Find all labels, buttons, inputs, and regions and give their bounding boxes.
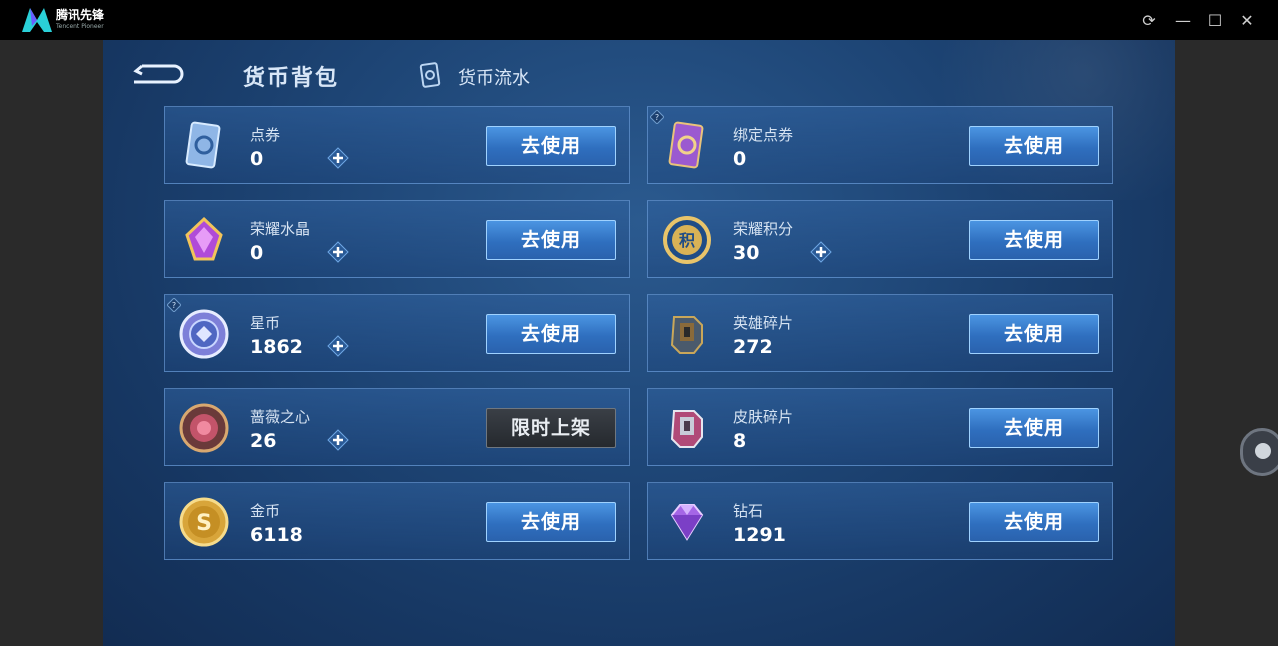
back-button[interactable] [130, 62, 184, 86]
currency-card-honor-crystal: 荣耀水晶 0 去使用 [164, 200, 630, 278]
currency-value: 0 [250, 242, 264, 264]
currency-card-star-coin: ? 星币 1862 去使用 [164, 294, 630, 372]
svg-text:积: 积 [679, 231, 695, 250]
currency-name: 绑定点券 [733, 126, 794, 144]
star-coin-icon [179, 309, 229, 359]
currency-name: 荣耀水晶 [250, 220, 311, 238]
refresh-icon[interactable]: ⟳ [1138, 10, 1160, 32]
currency-value: 8 [733, 430, 747, 452]
currency-value: 26 [250, 430, 277, 452]
bound-ticket-icon [668, 121, 704, 169]
currency-name: 星币 [250, 314, 281, 332]
game-panel: 货币背包 货币流水 点券 0 去使用 ? 绑定点券 0 去使用 荣耀水晶 0 去… [103, 40, 1175, 646]
app-name: 腾讯先锋 [56, 8, 105, 22]
minimize-icon[interactable]: — [1172, 10, 1194, 32]
currency-value: 272 [733, 336, 773, 358]
ticket-card-icon [185, 121, 221, 169]
limited-time-button[interactable]: 限时上架 [486, 408, 616, 448]
currency-card-honor-points: 积 荣耀积分 30 去使用 [647, 200, 1113, 278]
currency-value: 30 [733, 242, 760, 264]
currency-value: 0 [733, 148, 747, 170]
currency-card-bound-dianquan: ? 绑定点券 0 去使用 [647, 106, 1113, 184]
assist-dot-icon [1255, 443, 1271, 459]
currency-card-hero-shard: 英雄碎片 272 去使用 [647, 294, 1113, 372]
add-icon[interactable] [327, 241, 349, 263]
use-button[interactable]: 去使用 [486, 502, 616, 542]
use-button[interactable]: 去使用 [969, 220, 1099, 260]
app-logo-icon [22, 8, 52, 32]
add-icon[interactable] [327, 429, 349, 451]
use-button[interactable]: 去使用 [486, 220, 616, 260]
currency-name: 蔷薇之心 [250, 408, 311, 426]
currency-value: 0 [250, 148, 264, 170]
add-icon[interactable] [810, 241, 832, 263]
currency-card-rose-heart: 蔷薇之心 26 限时上架 [164, 388, 630, 466]
add-icon[interactable] [327, 147, 349, 169]
close-icon[interactable]: ✕ [1236, 10, 1258, 32]
gold-coin-icon: S [179, 497, 229, 547]
right-letterbox [1175, 40, 1278, 646]
left-letterbox [0, 40, 103, 646]
currency-name: 金币 [250, 502, 281, 520]
skin-shard-icon [670, 410, 703, 448]
currency-card-skin-shard: 皮肤碎片 8 去使用 [647, 388, 1113, 466]
use-button[interactable]: 去使用 [486, 126, 616, 166]
currency-name: 钻石 [733, 502, 764, 520]
honor-points-icon: 积 [663, 216, 711, 264]
currency-card-diamond: 钻石 1291 去使用 [647, 482, 1113, 560]
svg-text:?: ? [655, 113, 659, 122]
maximize-icon[interactable]: ☐ [1204, 10, 1226, 32]
currency-card-gold-coin: S 金币 6118 去使用 [164, 482, 630, 560]
currency-value: 6118 [250, 524, 303, 546]
currency-name: 皮肤碎片 [733, 408, 794, 426]
crystal-icon [185, 216, 223, 261]
currency-name: 英雄碎片 [733, 314, 794, 332]
svg-text:S: S [196, 511, 212, 536]
hero-shard-icon [670, 316, 703, 354]
currency-name: 荣耀积分 [733, 220, 794, 238]
svg-text:?: ? [172, 301, 176, 310]
use-button[interactable]: 去使用 [486, 314, 616, 354]
use-button[interactable]: 去使用 [969, 126, 1099, 166]
page-title: 货币背包 [243, 66, 340, 91]
currency-card-dianquan: 点券 0 去使用 [164, 106, 630, 184]
app-subtitle: Tencent Pioneer [56, 23, 104, 30]
use-button[interactable]: 去使用 [969, 314, 1099, 354]
currency-flow-icon[interactable] [419, 62, 441, 88]
currency-value: 1862 [250, 336, 303, 358]
use-button[interactable]: 去使用 [969, 502, 1099, 542]
diamond-icon [670, 504, 704, 541]
currency-name: 点券 [250, 126, 281, 144]
add-icon[interactable] [327, 335, 349, 357]
use-button[interactable]: 去使用 [969, 408, 1099, 448]
window-titlebar: 腾讯先锋 Tencent Pioneer ⟳ — ☐ ✕ [0, 0, 1278, 40]
currency-flow-link[interactable]: 货币流水 [458, 64, 530, 90]
rose-heart-icon [179, 403, 229, 453]
floating-assist-button[interactable] [1240, 428, 1278, 476]
currency-value: 1291 [733, 524, 786, 546]
